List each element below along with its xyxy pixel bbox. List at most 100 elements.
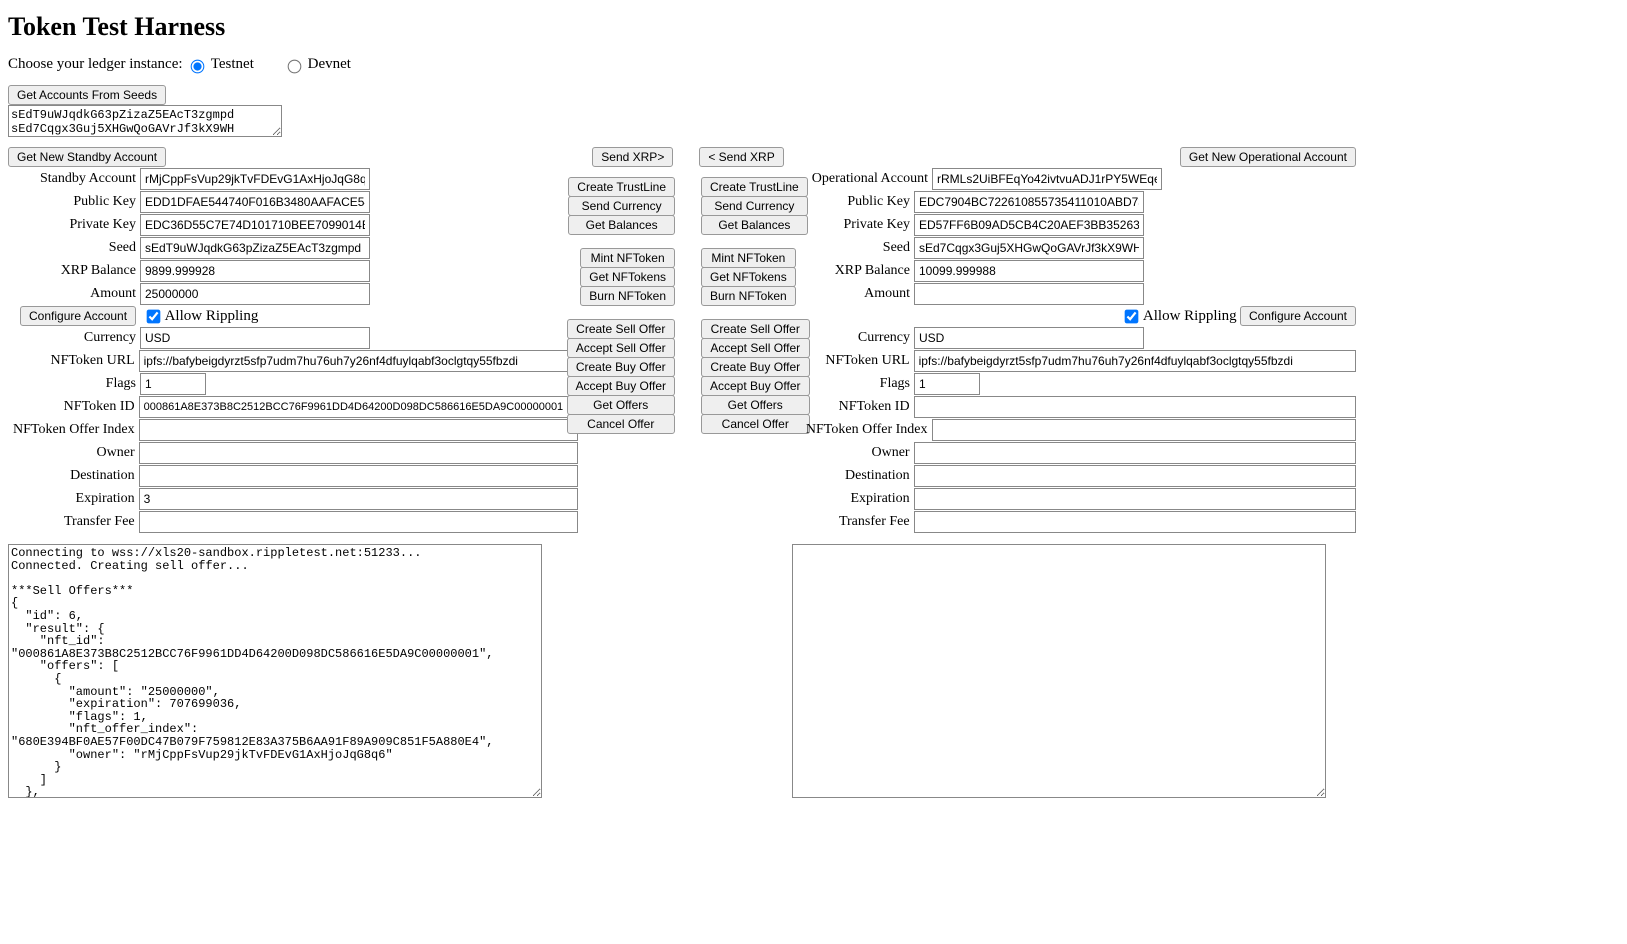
ledger-prompt: Choose your ledger instance: bbox=[8, 56, 183, 72]
operational-amount-input[interactable] bbox=[914, 283, 1144, 305]
operational-privatekey-input[interactable] bbox=[914, 214, 1144, 236]
operational-configure-account-button[interactable]: Configure Account bbox=[1240, 306, 1356, 326]
operational-nftokenurl-label: NFToken URL bbox=[798, 353, 914, 369]
standby-mint-nftoken-button[interactable]: Mint NFToken bbox=[580, 248, 675, 268]
operational-expiration-label: Expiration bbox=[798, 491, 914, 507]
standby-create-buy-offer-button[interactable]: Create Buy Offer bbox=[567, 357, 676, 377]
ledger-devnet-radio[interactable] bbox=[288, 59, 302, 73]
operational-allow-rippling-checkbox[interactable] bbox=[1125, 309, 1139, 323]
ledger-selector: Choose your ledger instance: Testnet Dev… bbox=[8, 56, 1619, 73]
standby-nftokenid-input[interactable] bbox=[139, 396, 578, 418]
operational-burn-nftoken-button[interactable]: Burn NFToken bbox=[701, 286, 796, 306]
standby-flags-label: Flags bbox=[8, 376, 140, 392]
operational-create-buy-offer-button[interactable]: Create Buy Offer bbox=[701, 357, 810, 377]
standby-publickey-input[interactable] bbox=[140, 191, 370, 213]
standby-currency-input[interactable] bbox=[140, 327, 370, 349]
operational-publickey-input[interactable] bbox=[914, 191, 1144, 213]
operational-seed-label: Seed bbox=[798, 240, 914, 256]
standby-allow-rippling-label: Allow Rippling bbox=[165, 308, 259, 325]
operational-offerindex-input[interactable] bbox=[932, 419, 1356, 441]
standby-account-label: Standby Account bbox=[8, 171, 140, 187]
operational-flags-input[interactable] bbox=[914, 373, 980, 395]
standby-account-input[interactable] bbox=[140, 168, 370, 190]
standby-seed-input[interactable] bbox=[140, 237, 370, 259]
operational-create-trustline-button[interactable]: Create TrustLine bbox=[701, 177, 808, 197]
page-title: Token Test Harness bbox=[8, 12, 1619, 42]
send-xrp-right-button[interactable]: Send XRP> bbox=[592, 147, 673, 167]
operational-get-balances-button[interactable]: Get Balances bbox=[701, 215, 808, 235]
operational-panel: Get New Operational Account Operational … bbox=[798, 147, 1356, 534]
operational-expiration-input[interactable] bbox=[914, 488, 1356, 510]
standby-expiration-label: Expiration bbox=[8, 491, 139, 507]
operational-nftokenid-input[interactable] bbox=[914, 396, 1356, 418]
operational-get-nftokens-button[interactable]: Get NFTokens bbox=[701, 267, 796, 287]
operational-send-currency-button[interactable]: Send Currency bbox=[701, 196, 808, 216]
standby-flags-input[interactable] bbox=[140, 373, 206, 395]
operational-offerindex-label: NFToken Offer Index bbox=[798, 422, 932, 438]
operational-currency-label: Currency bbox=[798, 330, 914, 346]
operational-balance-input[interactable] bbox=[914, 260, 1144, 282]
standby-offerindex-input[interactable] bbox=[139, 419, 578, 441]
operational-accept-buy-offer-button[interactable]: Accept Buy Offer bbox=[701, 376, 810, 396]
operational-mint-nftoken-button[interactable]: Mint NFToken bbox=[701, 248, 796, 268]
operational-currency-input[interactable] bbox=[914, 327, 1144, 349]
standby-owner-input[interactable] bbox=[139, 442, 578, 464]
get-new-standby-account-button[interactable]: Get New Standby Account bbox=[8, 147, 166, 167]
standby-currency-label: Currency bbox=[8, 330, 140, 346]
standby-send-currency-button[interactable]: Send Currency bbox=[568, 196, 675, 216]
standby-offerindex-label: NFToken Offer Index bbox=[8, 422, 139, 438]
operational-flags-label: Flags bbox=[798, 376, 914, 392]
operational-log-textarea[interactable] bbox=[792, 544, 1326, 798]
get-accounts-from-seeds-button[interactable]: Get Accounts From Seeds bbox=[8, 85, 166, 105]
standby-burn-nftoken-button[interactable]: Burn NFToken bbox=[580, 286, 675, 306]
operational-amount-label: Amount bbox=[798, 286, 914, 302]
standby-get-offers-button[interactable]: Get Offers bbox=[567, 395, 676, 415]
standby-log-textarea[interactable] bbox=[8, 544, 542, 798]
operational-balance-label: XRP Balance bbox=[798, 263, 914, 279]
standby-privatekey-input[interactable] bbox=[140, 214, 370, 236]
standby-amount-input[interactable] bbox=[140, 283, 370, 305]
standby-destination-input[interactable] bbox=[139, 465, 578, 487]
standby-allow-rippling-checkbox[interactable] bbox=[146, 309, 160, 323]
standby-nftokenurl-input[interactable] bbox=[139, 350, 578, 372]
standby-privatekey-label: Private Key bbox=[8, 217, 140, 233]
standby-create-sell-offer-button[interactable]: Create Sell Offer bbox=[567, 319, 676, 339]
operational-nftokenurl-input[interactable] bbox=[914, 350, 1356, 372]
standby-seed-label: Seed bbox=[8, 240, 140, 256]
seeds-textarea[interactable] bbox=[8, 105, 282, 137]
ledger-testnet-radio[interactable] bbox=[191, 59, 205, 73]
standby-transferfee-input[interactable] bbox=[139, 511, 578, 533]
standby-destination-label: Destination bbox=[8, 468, 139, 484]
operational-transferfee-label: Transfer Fee bbox=[798, 514, 914, 530]
operational-cancel-offer-button[interactable]: Cancel Offer bbox=[701, 414, 810, 434]
get-new-operational-account-button[interactable]: Get New Operational Account bbox=[1180, 147, 1356, 167]
operational-transferfee-input[interactable] bbox=[914, 511, 1356, 533]
operational-destination-input[interactable] bbox=[914, 465, 1356, 487]
standby-panel: Get New Standby Account Standby Account … bbox=[8, 147, 578, 534]
operational-allow-rippling-label: Allow Rippling bbox=[1143, 308, 1237, 325]
standby-configure-account-button[interactable]: Configure Account bbox=[20, 306, 136, 326]
operational-seed-input[interactable] bbox=[914, 237, 1144, 259]
standby-get-balances-button[interactable]: Get Balances bbox=[568, 215, 675, 235]
standby-expiration-input[interactable] bbox=[139, 488, 578, 510]
operational-get-offers-button[interactable]: Get Offers bbox=[701, 395, 810, 415]
standby-accept-sell-offer-button[interactable]: Accept Sell Offer bbox=[567, 338, 676, 358]
standby-balance-label: XRP Balance bbox=[8, 263, 140, 279]
center-actions: Send XRP> < Send XRP Create TrustLine Se… bbox=[588, 147, 788, 433]
operational-account-input[interactable] bbox=[932, 168, 1162, 190]
operational-accept-sell-offer-button[interactable]: Accept Sell Offer bbox=[701, 338, 810, 358]
standby-nftokenid-label: NFToken ID bbox=[8, 399, 139, 415]
standby-create-trustline-button[interactable]: Create TrustLine bbox=[568, 177, 675, 197]
standby-cancel-offer-button[interactable]: Cancel Offer bbox=[567, 414, 676, 434]
send-xrp-left-button[interactable]: < Send XRP bbox=[699, 147, 783, 167]
standby-nftokenurl-label: NFToken URL bbox=[8, 353, 139, 369]
operational-nftokenid-label: NFToken ID bbox=[798, 399, 914, 415]
operational-destination-label: Destination bbox=[798, 468, 914, 484]
standby-accept-buy-offer-button[interactable]: Accept Buy Offer bbox=[567, 376, 676, 396]
standby-get-nftokens-button[interactable]: Get NFTokens bbox=[580, 267, 675, 287]
operational-owner-input[interactable] bbox=[914, 442, 1356, 464]
operational-create-sell-offer-button[interactable]: Create Sell Offer bbox=[701, 319, 810, 339]
operational-owner-label: Owner bbox=[798, 445, 914, 461]
standby-balance-input[interactable] bbox=[140, 260, 370, 282]
ledger-devnet-label: Devnet bbox=[308, 56, 351, 72]
